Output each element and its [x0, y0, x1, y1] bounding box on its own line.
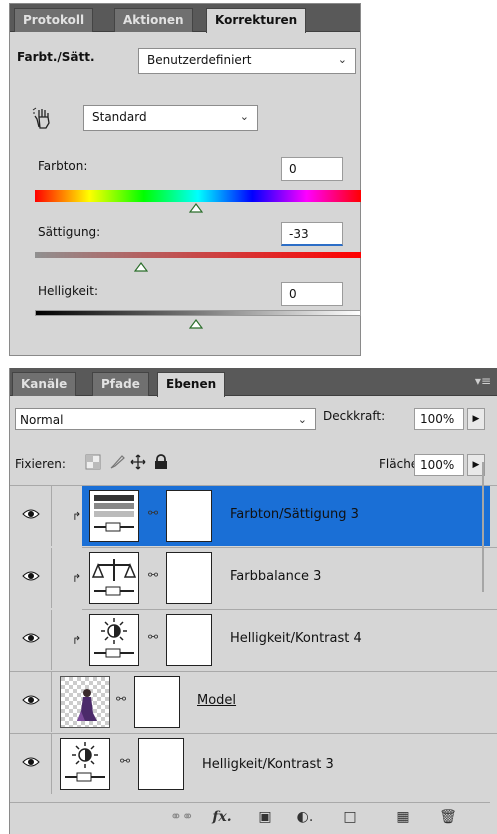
layers-panel: Kanäle Pfade Ebenen ▾≡ Normal ⌄ Deckkraf…	[9, 368, 497, 834]
saturation-input[interactable]: -33	[281, 222, 343, 246]
channel-value: Standard	[92, 110, 147, 124]
link-chain-icon[interactable]: ⚯	[148, 506, 158, 520]
tab-ebenen[interactable]: Ebenen	[157, 372, 226, 397]
layers-bottom-toolbar: ⚭⚭ fx. ▣ ◐. □ ▦ 🗑	[10, 802, 490, 834]
lightness-label: Helligkeit:	[38, 284, 99, 298]
layer-name[interactable]: Farbton/Sättigung 3	[230, 507, 359, 522]
layer-mask-thumbnail[interactable]	[138, 738, 184, 790]
layer-name[interactable]: Model	[197, 693, 236, 708]
visibility-cell[interactable]	[10, 548, 52, 608]
eye-icon[interactable]	[22, 756, 40, 768]
layer-row-brightness-3[interactable]: ⚯ Helligkeit/Kontrast 3	[10, 734, 490, 794]
mask-icon[interactable]: ▣	[255, 809, 275, 827]
layers-tab-bar: Kanäle Pfade Ebenen ▾≡	[10, 368, 497, 397]
chevron-down-icon: ⌄	[337, 53, 347, 66]
link-chain-icon[interactable]: ⚯	[148, 568, 158, 582]
link-chain-icon[interactable]: ⚯	[116, 692, 126, 706]
layer-name[interactable]: Helligkeit/Kontrast 4	[230, 631, 362, 646]
link-chain-icon[interactable]: ⚯	[120, 754, 130, 768]
hue-slider-thumb[interactable]	[189, 203, 203, 213]
layer-mask-thumbnail[interactable]	[166, 614, 212, 666]
layer-mask-thumbnail[interactable]	[166, 552, 212, 604]
eye-icon[interactable]	[22, 508, 40, 520]
fill-input[interactable]: 100%	[414, 454, 464, 476]
visibility-cell[interactable]	[10, 734, 52, 794]
eye-icon[interactable]	[22, 694, 40, 706]
lightness-slider-thumb[interactable]	[189, 319, 203, 329]
layer-row-color-balance[interactable]: ↱ ⚯ Farbbalance 3	[10, 548, 490, 608]
layer-mask-thumbnail[interactable]	[134, 676, 180, 728]
visibility-cell[interactable]	[10, 610, 52, 670]
tab-pfade[interactable]: Pfade	[92, 372, 149, 396]
lock-pixels-brush-icon[interactable]	[109, 454, 125, 470]
chevron-down-icon: ⌄	[297, 413, 307, 426]
blend-mode-value: Normal	[20, 413, 64, 427]
lock-transparency-icon[interactable]	[85, 454, 101, 470]
clipping-arrow-icon: ↱	[72, 634, 82, 647]
targeted-adjustment-hand-icon[interactable]	[32, 107, 54, 131]
brightness-icon	[89, 614, 139, 666]
chevron-down-icon: ⌄	[239, 110, 249, 123]
layer-mask-thumbnail[interactable]	[166, 490, 212, 542]
tab-protokoll[interactable]: Protokoll	[14, 8, 94, 32]
hue-label: Farbton:	[38, 159, 88, 173]
saturation-slider-track[interactable]	[35, 252, 361, 258]
link-chain-icon[interactable]: ⚯	[148, 630, 158, 644]
eye-icon[interactable]	[22, 632, 40, 644]
visibility-cell[interactable]	[10, 486, 52, 546]
saturation-label: Sättigung:	[38, 225, 101, 239]
fx-icon[interactable]: fx.	[210, 809, 234, 827]
adjustments-panel: Protokoll Aktionen Korrekturen Farbt./Sä…	[9, 3, 361, 356]
model-image-thumbnail	[60, 676, 110, 728]
hue-input[interactable]: 0	[281, 157, 343, 181]
link-icon[interactable]: ⚭⚭	[170, 809, 193, 827]
layer-name[interactable]: Helligkeit/Kontrast 3	[202, 757, 334, 772]
layer-row-model[interactable]: ⚯ Model	[10, 672, 490, 732]
adjustments-tab-bar: Protokoll Aktionen Korrekturen	[10, 4, 360, 33]
layer-name[interactable]: Farbbalance 3	[230, 569, 321, 584]
lock-label: Fixieren:	[15, 457, 66, 471]
folder-icon[interactable]: □	[340, 809, 360, 827]
saturation-slider-thumb[interactable]	[134, 262, 148, 272]
layers-scrollbar[interactable]	[482, 462, 484, 592]
adjustment-icon[interactable]: ◐.	[295, 809, 315, 827]
eye-icon[interactable]	[22, 570, 40, 582]
hue-saturation-icon	[89, 490, 139, 542]
trash-icon[interactable]: 🗑	[438, 809, 458, 827]
new-layer-icon[interactable]: ▦	[393, 809, 413, 827]
lock-all-icon[interactable]	[153, 454, 169, 470]
lightness-input[interactable]: 0	[281, 282, 343, 306]
hue-result-bar	[35, 196, 361, 202]
visibility-cell[interactable]	[10, 672, 52, 732]
tab-kanaele[interactable]: Kanäle	[12, 372, 77, 396]
adjustment-title: Farbt./Sätt.	[17, 50, 95, 64]
panel-menu-icon[interactable]: ▾≡	[475, 374, 491, 388]
color-balance-icon	[89, 552, 139, 604]
lightness-slider-track[interactable]	[35, 310, 361, 316]
preset-dropdown[interactable]: Benutzerdefiniert ⌄	[138, 48, 356, 74]
layer-row-brightness-4[interactable]: ↱ ⚯ Helligkeit/Kontrast 4	[10, 610, 490, 670]
tab-korrekturen[interactable]: Korrekturen	[206, 8, 307, 33]
brightness-icon	[60, 738, 110, 790]
blend-mode-dropdown[interactable]: Normal ⌄	[15, 408, 316, 430]
lock-position-move-icon[interactable]	[130, 454, 146, 470]
clipping-arrow-icon: ↱	[72, 510, 82, 523]
opacity-label: Deckkraft:	[323, 409, 386, 423]
preset-value: Benutzerdefiniert	[147, 53, 252, 67]
tab-aktionen[interactable]: Aktionen	[114, 8, 193, 32]
layer-row-hue-saturation[interactable]: ↱ ⚯ Farbton/Sättigung 3	[10, 486, 490, 546]
channel-dropdown[interactable]: Standard ⌄	[83, 105, 258, 131]
opacity-input[interactable]: 100%	[414, 408, 464, 430]
clipping-arrow-icon: ↱	[72, 572, 82, 585]
opacity-arrow-button[interactable]: ▶	[467, 408, 485, 430]
